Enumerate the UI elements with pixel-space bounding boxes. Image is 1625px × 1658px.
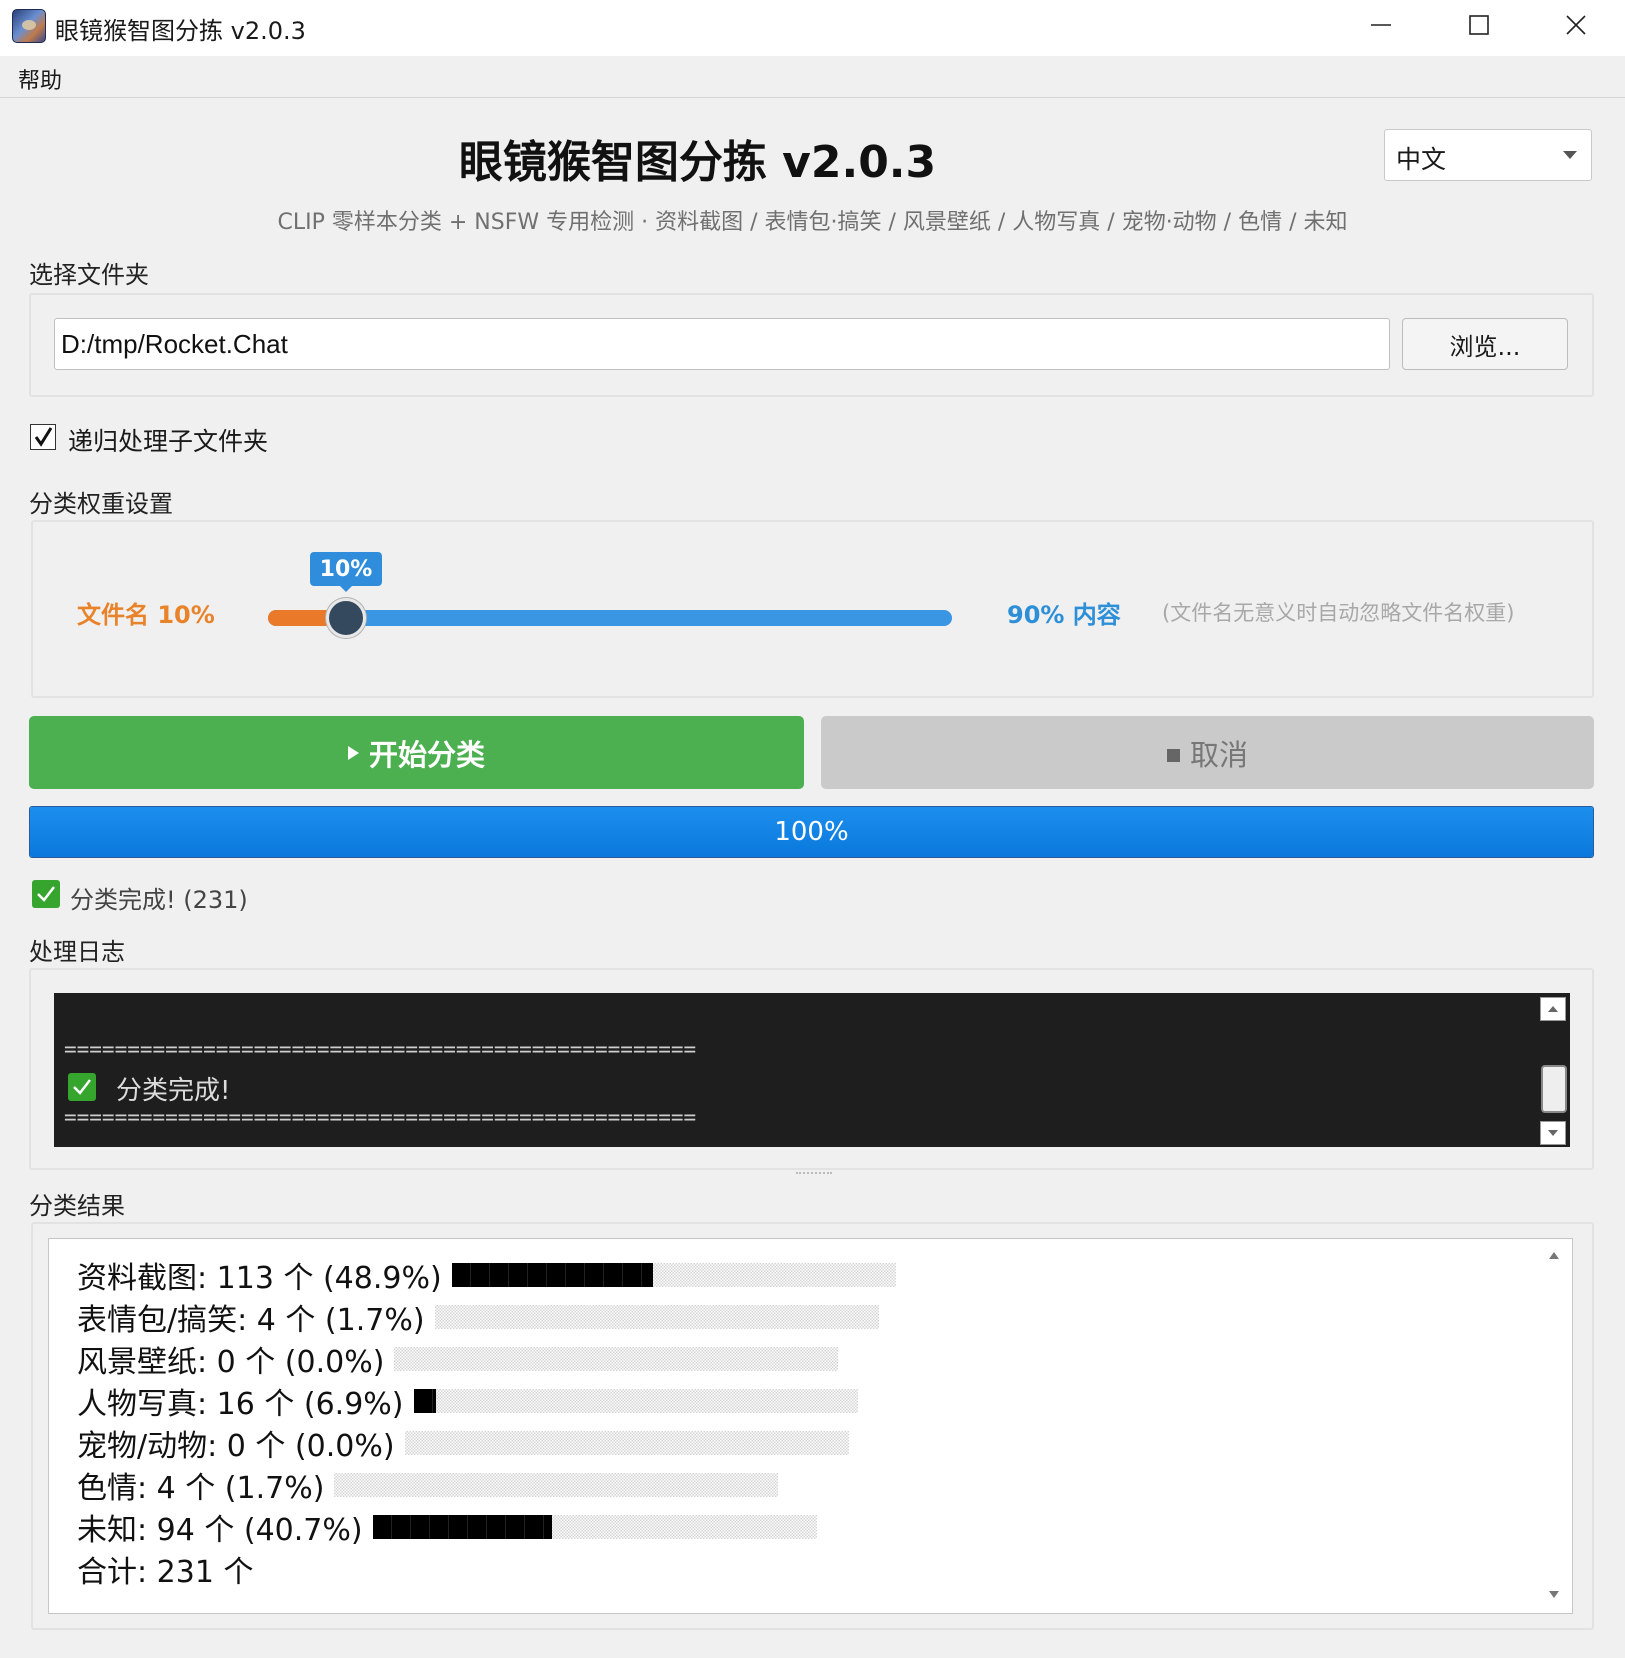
page-subtitle: CLIP 零样本分类 + NSFW 专用检测 · 资料截图 / 表情包·搞笑 /…: [277, 210, 1348, 235]
result-text: 宠物/动物: 0 个 (0.0%): [77, 1429, 395, 1464]
checkmark-icon: [34, 427, 53, 447]
result-text: 表情包/搞笑: 4 个 (1.7%): [77, 1303, 425, 1338]
menu-bar: 帮助: [0, 56, 1625, 98]
weights-section-label: 分类权重设置: [29, 490, 173, 518]
weight-slider[interactable]: [268, 598, 952, 638]
scroll-down-button[interactable]: [1540, 1121, 1566, 1145]
result-row: 宠物/动物: 0 个 (0.0%): [77, 1421, 849, 1465]
close-button[interactable]: [1527, 0, 1625, 50]
result-row: 人物写真: 16 个 (6.9%): [77, 1379, 858, 1423]
language-select[interactable]: 中文: [1384, 129, 1592, 181]
scroll-up-button[interactable]: [1540, 997, 1566, 1021]
status-message: 分类完成! (231): [70, 886, 248, 914]
slider-handle[interactable]: [326, 598, 366, 638]
chevron-down-icon: [1548, 1130, 1558, 1136]
splitter-handle[interactable]: [796, 1172, 832, 1176]
maximize-button[interactable]: [1430, 0, 1528, 50]
result-bar: [413, 1389, 858, 1413]
filename-weight-label: 文件名 10%: [77, 601, 215, 629]
result-bar-fill: [413, 1389, 436, 1413]
play-icon: [347, 745, 359, 760]
slider-value-tooltip: 10%: [310, 552, 382, 592]
start-button[interactable]: 开始分类: [29, 716, 804, 789]
log-output[interactable]: ========================================…: [54, 993, 1570, 1147]
menu-help[interactable]: 帮助: [18, 63, 62, 95]
cancel-button-label: 取消: [1189, 737, 1248, 772]
content-weight-label: 90% 内容: [1007, 601, 1121, 629]
minimize-icon: [1371, 24, 1391, 26]
progress-text: 100%: [774, 817, 849, 847]
recursive-checkbox[interactable]: [30, 424, 56, 450]
result-text: 未知: 94 个 (40.7%): [77, 1513, 363, 1548]
cancel-button[interactable]: 取消: [821, 716, 1594, 789]
result-text: 人物写真: 16 个 (6.9%): [77, 1387, 404, 1422]
result-bar: [394, 1347, 839, 1371]
start-button-label: 开始分类: [368, 737, 485, 772]
log-separator: ========================================…: [64, 1105, 697, 1129]
result-total: 合计: 231 个: [77, 1555, 254, 1590]
title-bar: 眼镜猴智图分拣 v2.0.3: [0, 0, 1625, 56]
browse-button[interactable]: 浏览...: [1402, 318, 1568, 370]
chevron-down-icon: [1563, 151, 1577, 159]
stop-icon: [1166, 749, 1180, 762]
result-bar: [434, 1305, 879, 1329]
scroll-thumb[interactable]: [1541, 1065, 1567, 1113]
chevron-down-icon: [1549, 1591, 1559, 1598]
results-panel[interactable]: 资料截图: 113 个 (48.9%) 表情包/搞笑: 4 个 (1.7%) 风…: [48, 1238, 1573, 1614]
chevron-up-icon: [1549, 1252, 1559, 1259]
progress-bar: 100%: [29, 806, 1594, 858]
success-check-icon: [68, 1073, 96, 1101]
chevron-up-icon: [1548, 1006, 1558, 1012]
result-bar-fill: [372, 1515, 552, 1539]
scroll-down-button[interactable]: [1541, 1583, 1567, 1607]
result-bar-fill: [451, 1263, 653, 1287]
result-row: 资料截图: 113 个 (48.9%): [77, 1253, 896, 1297]
result-row: 未知: 94 个 (40.7%): [77, 1505, 817, 1549]
language-value: 中文: [1396, 145, 1447, 174]
minimize-button[interactable]: [1332, 0, 1430, 50]
log-section-label: 处理日志: [29, 938, 125, 966]
result-text: 风景壁纸: 0 个 (0.0%): [77, 1345, 385, 1380]
success-check-icon: [32, 880, 60, 908]
scroll-up-button[interactable]: [1541, 1243, 1567, 1267]
result-text: 资料截图: 113 个 (48.9%): [77, 1261, 442, 1296]
recursive-label[interactable]: 递归处理子文件夹: [68, 422, 268, 458]
maximize-icon: [1469, 15, 1489, 35]
folder-path-input[interactable]: D:/tmp/Rocket.Chat: [54, 318, 1390, 370]
page-title: 眼镜猴智图分拣 v2.0.3: [458, 137, 937, 188]
log-scrollbar[interactable]: [1540, 997, 1568, 1145]
result-row: 表情包/搞笑: 4 个 (1.7%): [77, 1295, 879, 1339]
result-bar: [334, 1473, 779, 1497]
close-icon: [1566, 15, 1586, 35]
result-bar: [451, 1263, 896, 1287]
log-line: 分类完成!: [116, 1076, 231, 1106]
result-row: 风景壁纸: 0 个 (0.0%): [77, 1337, 839, 1381]
result-text: 色情: 4 个 (1.7%): [77, 1471, 325, 1506]
tarsier-app-icon: [12, 9, 46, 43]
folder-section-label: 选择文件夹: [29, 261, 149, 289]
weight-hint: (文件名无意义时自动忽略文件名权重): [1162, 601, 1515, 625]
results-section-label: 分类结果: [29, 1192, 125, 1220]
result-bar: [404, 1431, 849, 1455]
window-title: 眼镜猴智图分拣 v2.0.3: [55, 17, 306, 45]
result-row: 色情: 4 个 (1.7%): [77, 1463, 779, 1507]
log-separator: ========================================…: [64, 1037, 697, 1061]
result-bar: [372, 1515, 817, 1539]
